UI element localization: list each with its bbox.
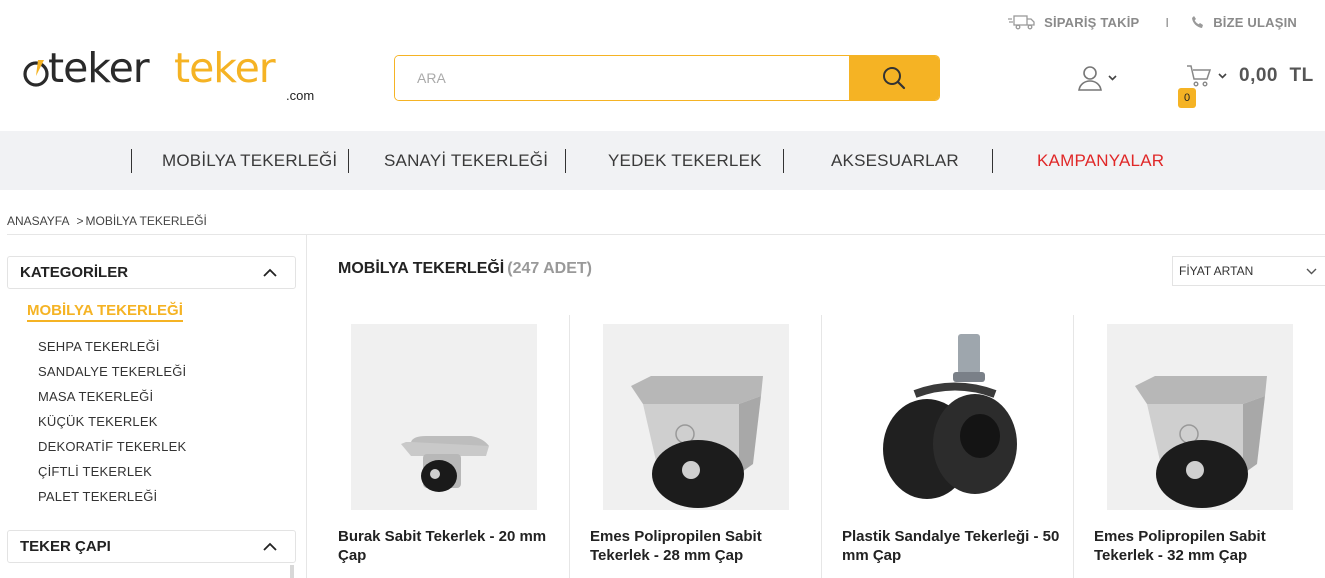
card-divider: [1073, 315, 1074, 578]
account-menu[interactable]: [1076, 64, 1117, 92]
logo-word-1: teker: [48, 44, 150, 92]
breadcrumb-home[interactable]: ANASAYFA: [7, 214, 69, 228]
product-image[interactable]: [351, 324, 537, 510]
search-input[interactable]: [395, 56, 849, 100]
order-tracking-link[interactable]: SİPARİŞ TAKİP: [1008, 14, 1139, 30]
chevron-down-icon: [1108, 75, 1117, 81]
cart-widget[interactable]: 0,00 TL 0: [1178, 64, 1314, 108]
subcategory-link[interactable]: KÜÇÜK TEKERLEK: [38, 414, 158, 429]
chair-caster-image: [883, 334, 1017, 499]
breadcrumb-separator: >: [76, 214, 84, 228]
subcategory-link[interactable]: MASA TEKERLEĞİ: [38, 389, 153, 404]
sort-select[interactable]: FİYAT ARTAN: [1172, 256, 1325, 286]
listing-count: (247 ADET): [507, 260, 593, 277]
product-title[interactable]: Emes Polipropilen Sabit Tekerlek - 32 mm…: [1094, 527, 1324, 565]
chevron-up-icon: [263, 542, 277, 551]
contact-link[interactable]: BİZE ULAŞIN: [1191, 15, 1297, 30]
nav-item-aksesuarlar[interactable]: AKSESUARLAR: [831, 131, 959, 190]
active-category-link[interactable]: MOBİLYA TEKERLEĞİ: [27, 302, 183, 322]
product-title[interactable]: Plastik Sandalye Tekerleği - 50 mm Çap: [842, 527, 1072, 565]
nav-item-sanayi[interactable]: SANAYİ TEKERLEĞİ: [384, 131, 548, 190]
main-navigation: MOBİLYA TEKERLEĞİ SANAYİ TEKERLEĞİ YEDEK…: [0, 131, 1325, 190]
nav-item-yedek[interactable]: YEDEK TEKERLEK: [608, 131, 762, 190]
subcategory-link[interactable]: PALET TEKERLEĞİ: [38, 489, 157, 504]
nav-item-kampanyalar[interactable]: KAMPANYALAR: [1037, 131, 1164, 190]
content-divider: [306, 235, 307, 578]
product-image[interactable]: [855, 324, 1041, 510]
order-tracking-label: SİPARİŞ TAKİP: [1044, 14, 1140, 30]
breadcrumb-divider: [7, 234, 1325, 235]
nav-divider: [131, 149, 132, 173]
breadcrumb: ANASAYFA > MOBİLYA TEKERLEĞİ: [7, 214, 207, 228]
diameter-panel-header[interactable]: TEKER ÇAPI: [7, 530, 296, 563]
sidebar-scrollbar[interactable]: [290, 565, 294, 578]
search-button[interactable]: [849, 56, 939, 100]
product-card[interactable]: Burak Sabit Tekerlek - 20 mm Çap: [338, 315, 546, 578]
chevron-down-icon: [1306, 268, 1317, 274]
product-title[interactable]: Emes Polipropilen Sabit Tekerlek - 28 mm…: [590, 527, 820, 565]
contact-label: BİZE ULAŞIN: [1213, 14, 1297, 30]
subcategory-link[interactable]: SEHPA TEKERLEĞİ: [38, 339, 160, 354]
sort-value: FİYAT ARTAN: [1179, 264, 1254, 278]
site-logo[interactable]: teker teker .com: [22, 46, 332, 106]
nav-item-mobilya[interactable]: MOBİLYA TEKERLEĞİ: [162, 131, 337, 190]
listing-title: MOBİLYA TEKERLEĞİ (247 ADET): [338, 260, 592, 278]
logo-word-2: teker: [174, 44, 276, 92]
listing-title-text: MOBİLYA TEKERLEĞİ: [338, 260, 505, 277]
chevron-up-icon: [263, 268, 277, 277]
nav-divider: [783, 149, 784, 173]
nav-divider: [565, 149, 566, 173]
subcategory-link[interactable]: SANDALYE TEKERLEĞİ: [38, 364, 186, 379]
diameter-title: TEKER ÇAPI: [20, 538, 111, 555]
fixed-caster-image: [631, 376, 763, 508]
breadcrumb-current[interactable]: MOBİLYA TEKERLEĞİ: [85, 214, 206, 228]
search-bar: [394, 55, 940, 101]
topbar-separator: I: [1165, 14, 1170, 30]
cart-icon: [1187, 65, 1212, 87]
product-card[interactable]: Plastik Sandalye Tekerleği - 50 mm Çap: [842, 315, 1059, 578]
categories-title: KATEGORİLER: [20, 264, 129, 281]
cart-count-badge: 0: [1178, 88, 1196, 108]
top-utility-bar: SİPARİŞ TAKİP I BİZE ULAŞIN: [1008, 10, 1297, 34]
subcategory-link[interactable]: ÇİFTLİ TEKERLEK: [38, 464, 152, 479]
fixed-caster-image: [1135, 376, 1267, 508]
subcategory-link[interactable]: DEKORATİF TEKERLEK: [38, 439, 186, 454]
product-image[interactable]: [1107, 324, 1293, 510]
product-image[interactable]: [603, 324, 789, 510]
logo-domain-suffix: .com: [286, 88, 315, 103]
truck-icon: [1008, 15, 1035, 30]
product-card[interactable]: Emes Polipropilen Sabit Tekerlek - 28 mm…: [590, 315, 789, 578]
cart-chevron-down-icon: [1218, 73, 1227, 79]
product-card[interactable]: Emes Polipropilen Sabit Tekerlek - 32 mm…: [1094, 315, 1293, 578]
categories-panel-header[interactable]: KATEGORİLER: [7, 256, 296, 289]
card-divider: [569, 315, 570, 578]
search-icon: [883, 67, 906, 90]
nav-divider: [348, 149, 349, 173]
card-divider: [821, 315, 822, 578]
user-icon: [1078, 66, 1102, 91]
phone-icon: [1192, 16, 1204, 28]
nav-divider: [992, 149, 993, 173]
caster-small-image: [401, 436, 489, 492]
cart-amount: 0,00 TL: [1239, 65, 1314, 86]
product-title[interactable]: Burak Sabit Tekerlek - 20 mm Çap: [338, 527, 568, 565]
